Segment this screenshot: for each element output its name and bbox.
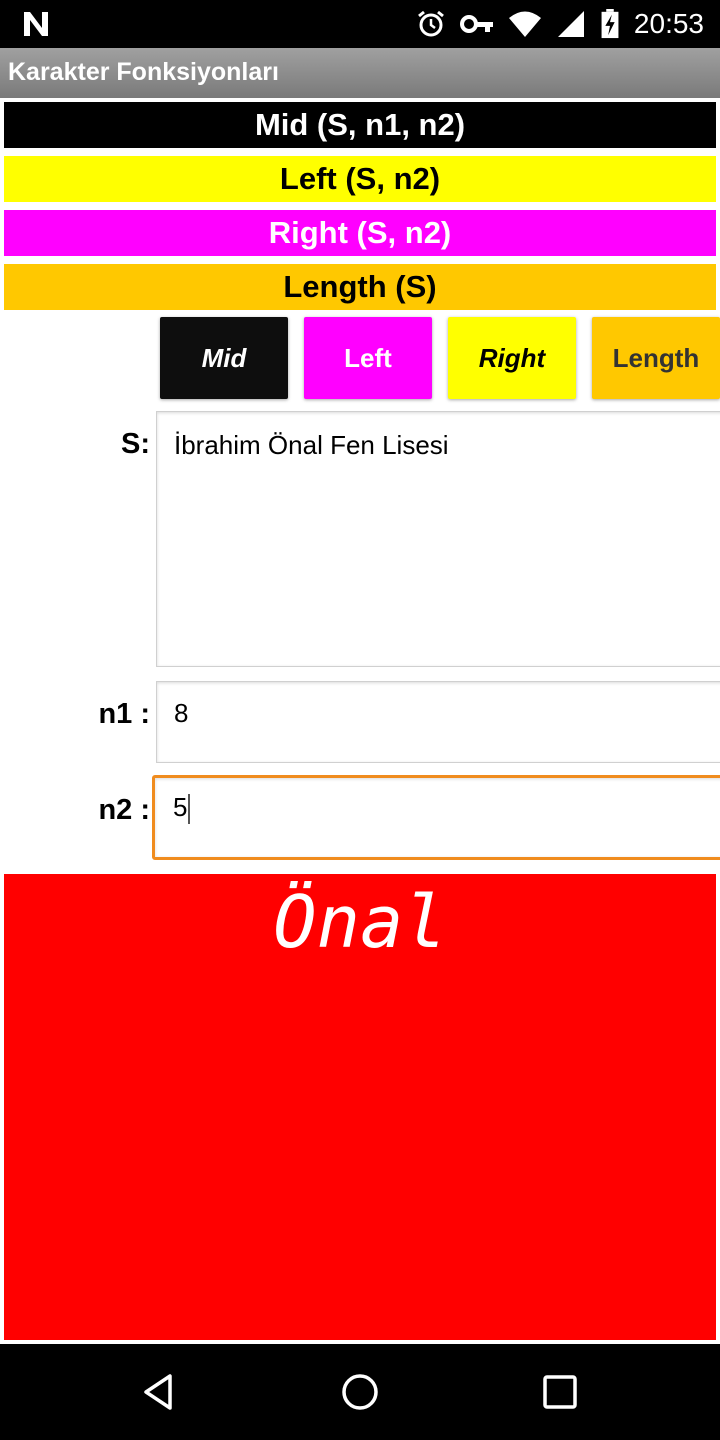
key-icon bbox=[459, 15, 493, 33]
strip-mid: Mid (S, n1, n2) bbox=[4, 102, 716, 148]
back-icon[interactable] bbox=[140, 1372, 180, 1412]
strip-right: Right (S, n2) bbox=[4, 210, 716, 256]
length-button-label: Length bbox=[612, 342, 700, 373]
left-button[interactable]: Left bbox=[304, 317, 432, 399]
cell-signal-icon bbox=[557, 11, 584, 37]
battery-charging-icon bbox=[601, 9, 619, 39]
text-caret bbox=[188, 794, 191, 825]
wifi-icon bbox=[508, 11, 541, 37]
app-title: Karakter Fonksiyonları bbox=[8, 58, 279, 86]
strip-left: Left (S, n2) bbox=[4, 156, 716, 202]
home-icon[interactable] bbox=[340, 1372, 380, 1412]
n1-value: 8 bbox=[174, 698, 189, 728]
status-bar: 20:53 bbox=[0, 0, 720, 48]
length-button[interactable]: Length bbox=[592, 317, 720, 399]
mid-button[interactable]: Mid bbox=[160, 317, 288, 399]
n2-field[interactable]: 5 bbox=[152, 775, 720, 860]
status-time: 20:53 bbox=[633, 8, 704, 39]
mid-button-label: Mid bbox=[201, 342, 247, 373]
s-textarea[interactable]: İbrahim Önal Fen Lisesi bbox=[156, 411, 720, 667]
left-button-label: Left bbox=[344, 342, 392, 373]
s-value: İbrahim Önal Fen Lisesi bbox=[174, 430, 449, 460]
strip-length: Length (S) bbox=[4, 264, 716, 310]
right-button-label: Right bbox=[478, 342, 546, 373]
n2-label: n2 : bbox=[98, 794, 150, 826]
s-label: S: bbox=[121, 428, 150, 460]
right-button[interactable]: Right bbox=[448, 317, 576, 399]
n2-value: 5 bbox=[173, 792, 188, 822]
alarm-icon bbox=[417, 10, 444, 37]
n1-field[interactable]: 8 bbox=[156, 681, 720, 763]
result-panel: Önal bbox=[4, 874, 716, 1340]
n1-label: n1 : bbox=[98, 698, 150, 730]
nav-bar bbox=[0, 1344, 720, 1440]
recents-icon[interactable] bbox=[540, 1372, 580, 1412]
app-bar: Karakter Fonksiyonları bbox=[0, 48, 720, 98]
result-text: Önal bbox=[273, 880, 447, 964]
n-logo-icon bbox=[24, 12, 48, 36]
